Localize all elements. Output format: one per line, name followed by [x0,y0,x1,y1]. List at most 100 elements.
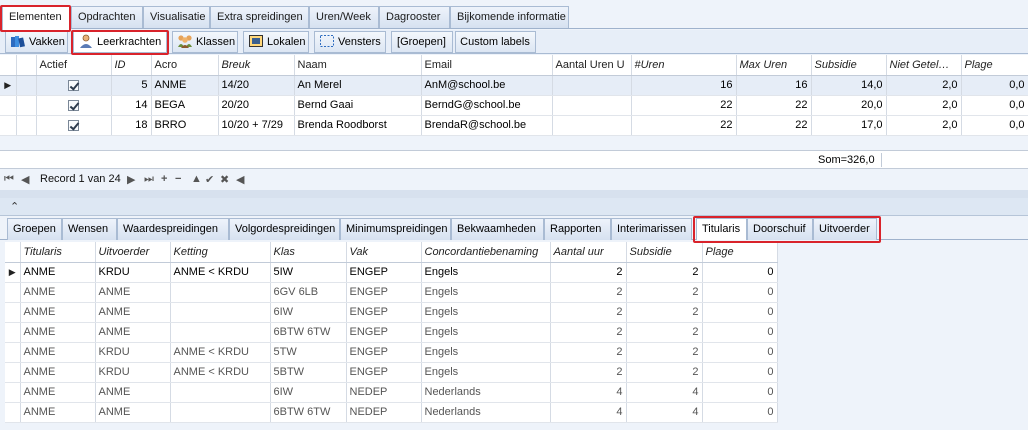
last-record-icon[interactable]: ⏭ [144,173,154,186]
col-subsidie-detail[interactable]: Subsidie [626,242,703,263]
collapse-chevron-icon[interactable]: ⌃ [10,200,19,213]
cell-vak: ENGEP [346,282,422,303]
table-row[interactable]: 18 BRRO 10/20 + 7/29 Brenda Roodborst Br… [0,115,1028,136]
table-row[interactable]: 14 BEGA 20/20 Bernd Gaai BerndG@school.b… [0,95,1028,116]
prev-record-icon[interactable]: ◀ [21,173,29,186]
tab-klassen[interactable]: Klassen [172,31,238,53]
col-aantal-uren[interactable]: Aantal Uren U [552,55,632,76]
tab-dagrooster[interactable]: Dagrooster [379,6,450,28]
cell-klas: 6BTW 6TW [270,402,347,423]
tab-extra-spreidingen[interactable]: Extra spreidingen [210,6,309,28]
table-row[interactable]: ANME KRDU ANME < KRDU 5BTW ENGEP Engels 2 2 0 [5,362,778,383]
actief-checkbox[interactable] [68,99,79,111]
assignments-header-row: Titularis Uitvoerder Ketting Klas Vak Co… [5,242,778,263]
cell-id: 14 [111,95,152,116]
tab-doorschuif[interactable]: Doorschuif [747,218,813,240]
tab-leerkrachten[interactable]: Leerkrachten [73,31,167,53]
table-row[interactable]: ANME ANME 6IW ENGEP Engels 2 2 0 [5,302,778,323]
col-id[interactable]: ID [111,55,152,76]
cell-titularis: ANME [20,342,96,363]
tab-uitvoerder[interactable]: Uitvoerder [813,218,877,240]
tab-uren-week[interactable]: Uren/Week [309,6,379,28]
table-row[interactable]: ANME ANME 6IW NEDEP Nederlands 4 4 0 [5,382,778,403]
cell-plage: 0 [702,362,778,383]
actief-checkbox[interactable] [68,79,79,91]
main-tab-strip: Elementen Opdrachten Visualisatie Extra … [0,6,1028,30]
col-naam[interactable]: Naam [294,55,422,76]
col-vak[interactable]: Vak [346,242,422,263]
col-plage[interactable]: Plage [961,55,1028,76]
cell-vak: ENGEP [346,362,422,383]
tab-bijkomende-informatie[interactable]: Bijkomende informatie [450,6,569,28]
tab-groepen-detail[interactable]: Groepen [7,218,62,240]
tab-volgordespreidingen[interactable]: Volgordespreidingen [229,218,340,240]
cell-plage: 0 [702,402,778,423]
actief-checkbox[interactable] [68,119,79,131]
col-klas[interactable]: Klas [270,242,347,263]
col-subsidie[interactable]: Subsidie [811,55,887,76]
col-plage-detail[interactable]: Plage [702,242,778,263]
col-breuk[interactable]: Breuk [218,55,295,76]
col-ketting[interactable]: Ketting [170,242,271,263]
cell-vak: ENGEP [346,262,422,283]
cell-acro: ANME [151,75,219,96]
cell-uitvoerder: KRDU [95,342,171,363]
detail-collapse-bar[interactable]: ⌃ [0,198,1028,216]
cell-uren: 16 [631,75,737,96]
tab-interimarissen[interactable]: Interimarissen [611,218,692,240]
cell-titularis: ANME [20,322,96,343]
record-counter: Record 1 van 24 [40,173,121,185]
tab-titularis[interactable]: Titularis [696,218,747,240]
col-uitvoerder[interactable]: Uitvoerder [95,242,171,263]
scroll-left-icon[interactable]: ◀ [236,173,244,186]
table-row[interactable]: ANME ANME 6BTW 6TW NEDEP Nederlands 4 4 0 [5,402,778,423]
cell-subsidie: 2 [626,362,703,383]
tab-rapporten[interactable]: Rapporten [544,218,611,240]
tab-custom-labels[interactable]: Custom labels [455,31,536,53]
tab-waardespreidingen[interactable]: Waardespreidingen [117,218,229,240]
col-email[interactable]: Email [421,55,553,76]
tab-groepen[interactable]: [Groepen] [391,31,453,53]
cancel-record-icon[interactable]: ✖ [220,173,229,186]
col-uren[interactable]: #Uren [631,55,737,76]
table-row[interactable]: ▶ ANME KRDU ANME < KRDU 5IW ENGEP Engels 2 2 0 [5,262,778,283]
cell-email: BerndG@school.be [421,95,553,116]
cell-aantal-uur: 4 [550,402,627,423]
cell-breuk: 20/20 [218,95,295,116]
table-row[interactable]: ANME ANME 6GV 6LB ENGEP Engels 2 2 0 [5,282,778,303]
add-record-icon[interactable]: + [161,173,167,185]
tab-elementen[interactable]: Elementen [2,6,71,30]
tab-lokalen[interactable]: Lokalen [243,31,309,53]
tab-visualisatie[interactable]: Visualisatie [143,6,210,28]
col-actief[interactable]: Actief [36,55,112,76]
table-row[interactable]: ANME KRDU ANME < KRDU 5TW ENGEP Engels 2 2 0 [5,342,778,363]
cell-plage: 0,0 [961,95,1028,116]
cell-plage: 0 [702,382,778,403]
panel-splitter[interactable] [0,190,1028,198]
cell-subsidie: 14,0 [811,75,887,96]
tab-vensters[interactable]: Vensters [314,31,386,53]
col-aantal-uur[interactable]: Aantal uur [550,242,627,263]
col-acro[interactable]: Acro [151,55,219,76]
table-row[interactable]: ▶ 5 ANME 14/20 An Merel AnM@school.be 16… [0,75,1028,96]
tab-minimumspreidingen[interactable]: Minimumspreidingen [340,218,451,240]
col-max-uren[interactable]: Max Uren [736,55,812,76]
first-record-icon[interactable]: ⏮ [4,173,14,186]
col-titularis[interactable]: Titularis [20,242,96,263]
teachers-grid: Actief ID Acro Breuk Naam Email Aantal U… [0,55,1028,136]
delete-record-icon[interactable]: − [175,173,181,185]
col-niet-geteld[interactable]: Niet Getel… [886,55,962,76]
tab-bekwaamheden[interactable]: Bekwaamheden [451,218,544,240]
col-concordantiebenaming[interactable]: Concordantiebenaming [421,242,551,263]
cell-max-uren: 22 [736,95,812,116]
next-record-icon[interactable]: ▶ [127,173,135,186]
cell-max-uren: 16 [736,75,812,96]
tab-vakken[interactable]: Vakken [5,31,68,53]
tab-wensen[interactable]: Wensen [62,218,117,240]
tab-leerkrachten-label: Leerkrachten [97,36,162,48]
save-record-icon[interactable]: ✔ [205,173,214,186]
edit-record-icon[interactable]: ▲ [191,173,202,185]
cell-aantal-uur: 2 [550,322,627,343]
tab-opdrachten[interactable]: Opdrachten [71,6,143,28]
table-row[interactable]: ANME ANME 6BTW 6TW ENGEP Engels 2 2 0 [5,322,778,343]
